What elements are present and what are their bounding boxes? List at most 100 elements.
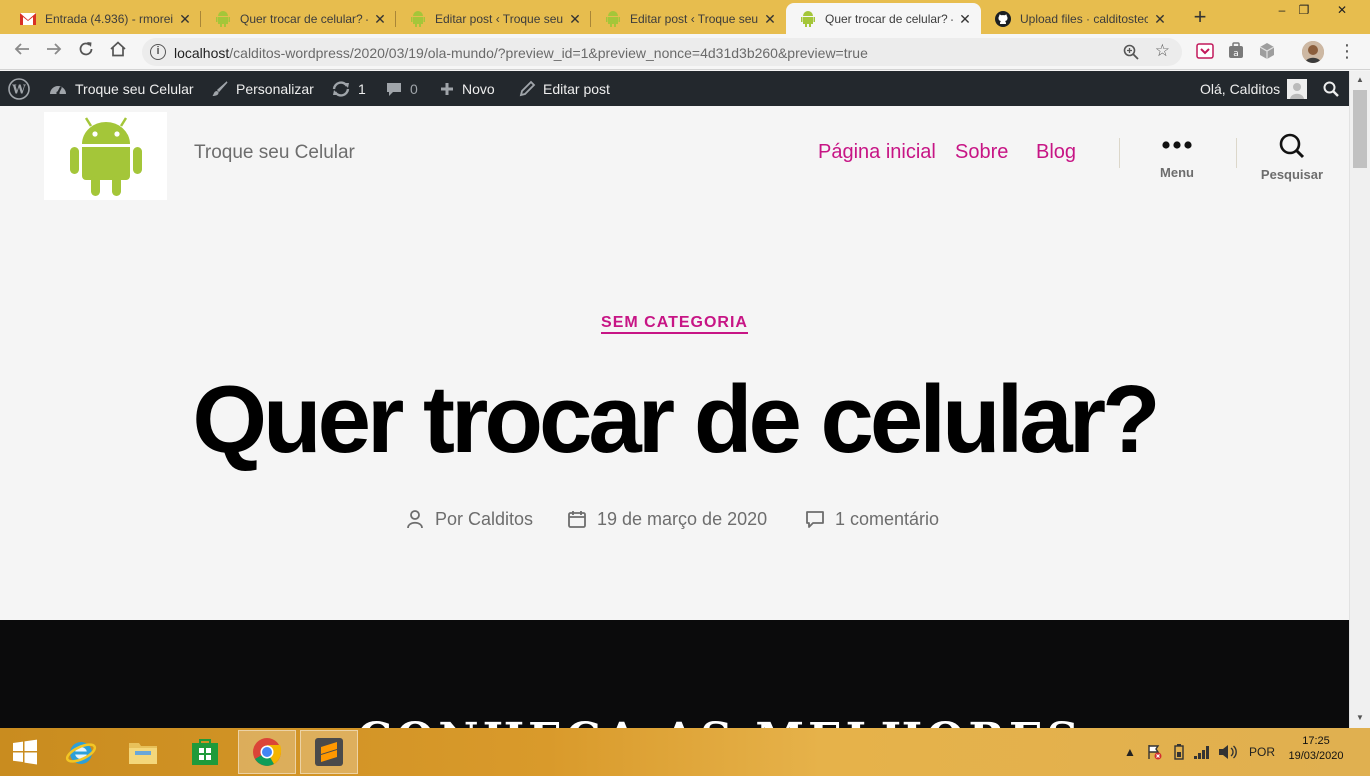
url-text: localhost/calditos-wordpress/2020/03/19/…: [174, 45, 868, 61]
wordpress-logo-icon[interactable]: W: [8, 71, 30, 106]
tab-edit-post[interactable]: Editar post ‹ Troque seu ✕: [396, 3, 591, 34]
browser-toolbar: i localhost/calditos-wordpress/2020/03/1…: [0, 34, 1370, 70]
windows-start-icon[interactable]: [0, 730, 50, 774]
ellipsis-icon: [1162, 141, 1192, 149]
site-logo[interactable]: [44, 112, 167, 200]
file-explorer-icon[interactable]: [114, 730, 172, 774]
cover-heading: CONHEÇA AS MELHORES: [357, 714, 1082, 728]
address-bar[interactable]: i localhost/calditos-wordpress/2020/03/1…: [142, 38, 1182, 66]
scroll-up-arrow-icon[interactable]: ▲: [1350, 71, 1370, 88]
reload-icon[interactable]: [74, 40, 98, 64]
android-icon: [605, 10, 621, 27]
show-hidden-icons-icon[interactable]: ▲: [1124, 728, 1136, 776]
system-clock[interactable]: 17:25 19/03/2020: [1280, 734, 1352, 764]
input-language[interactable]: POR: [1249, 728, 1275, 776]
clock-time: 17:25: [1302, 735, 1330, 747]
admin-site-name[interactable]: Troque seu Celular: [48, 71, 194, 106]
close-tab-icon[interactable]: ✕: [567, 11, 583, 27]
nav-divider: [1236, 138, 1237, 168]
nav-divider: [1119, 138, 1120, 168]
gmail-icon: [20, 11, 36, 27]
android-logo-icon: [69, 117, 142, 196]
close-tab-icon[interactable]: ✕: [372, 11, 388, 27]
svg-text:W: W: [11, 82, 26, 96]
updates-icon: [331, 80, 351, 98]
forward-arrow-icon[interactable]: [42, 40, 66, 64]
close-tab-icon[interactable]: ✕: [1152, 11, 1168, 27]
admin-updates[interactable]: 1: [331, 71, 366, 106]
action-center-flag-icon[interactable]: [1146, 728, 1162, 776]
pencil-icon: [518, 80, 536, 98]
scroll-down-arrow-icon[interactable]: ▼: [1350, 709, 1370, 726]
svg-text:a: a: [1233, 49, 1239, 59]
user-icon: [405, 509, 425, 529]
site-title[interactable]: Troque seu Celular: [194, 142, 355, 164]
windows-store-icon[interactable]: [176, 730, 234, 774]
tab-title: Editar post ‹ Troque seu: [630, 11, 758, 26]
new-tab-button[interactable]: +: [1186, 5, 1214, 31]
android-icon: [800, 10, 816, 27]
chrome-menu-icon[interactable]: ⋮: [1338, 41, 1356, 63]
menu-toggle[interactable]: Menu: [1132, 138, 1222, 180]
profile-avatar[interactable]: [1302, 41, 1324, 63]
search-toggle[interactable]: Pesquisar: [1247, 133, 1337, 182]
nav-blog[interactable]: Blog: [1036, 141, 1076, 164]
close-window-button[interactable]: ✕: [1320, 0, 1364, 22]
close-tab-icon[interactable]: ✕: [957, 11, 973, 27]
close-tab-icon[interactable]: ✕: [177, 11, 193, 27]
post-date[interactable]: 19 de março de 2020: [567, 506, 767, 532]
admin-new[interactable]: Novo: [439, 71, 495, 106]
tab-title: Editar post ‹ Troque seu: [435, 11, 563, 26]
site-info-icon[interactable]: i: [150, 44, 166, 60]
search-icon: [1279, 133, 1305, 159]
admin-account[interactable]: Olá, Calditos: [1200, 71, 1308, 106]
clock-date: 19/03/2020: [1288, 750, 1344, 762]
category-link[interactable]: SEM CATEGORIA: [601, 314, 748, 334]
admin-customize[interactable]: Personalizar: [211, 71, 314, 106]
tab-title: Entrada (4.936) - rmoreir: [45, 11, 173, 26]
page-scrollbar[interactable]: ▲ ▼: [1349, 71, 1370, 728]
android-icon: [410, 10, 426, 27]
user-avatar-icon: [1287, 78, 1308, 99]
network-signal-icon[interactable]: [1193, 728, 1211, 776]
plus-icon: [439, 81, 455, 97]
close-tab-icon[interactable]: ✕: [762, 11, 778, 27]
volume-icon[interactable]: [1218, 728, 1238, 776]
admin-comments[interactable]: 0: [385, 71, 418, 106]
pocket-extension-icon[interactable]: [1196, 42, 1214, 60]
tab-github[interactable]: Upload files · calditostec ✕: [981, 3, 1176, 34]
admin-edit-post[interactable]: Editar post: [518, 71, 610, 106]
tab-title: Quer trocar de celular? –: [240, 11, 368, 26]
tab-gmail[interactable]: Entrada (4.936) - rmoreir ✕: [6, 3, 201, 34]
battery-icon[interactable]: [1170, 728, 1188, 776]
site-page: Troque seu Celular Página inicial Sobre …: [0, 106, 1349, 620]
tab-active-preview[interactable]: Quer trocar de celular? – ✕: [786, 3, 981, 34]
menu-toggle-label: Menu: [1160, 165, 1194, 180]
post-author[interactable]: Por Calditos: [405, 506, 533, 532]
home-icon[interactable]: [106, 40, 130, 64]
browser-tabstrip: Entrada (4.936) - rmoreir ✕ Quer trocar …: [0, 0, 1370, 34]
post-title: Quer trocar de celular?: [192, 366, 1160, 473]
chrome-taskbar-icon[interactable]: [238, 730, 296, 774]
scroll-thumb[interactable]: [1353, 90, 1367, 168]
sublime-text-icon[interactable]: [300, 730, 358, 774]
cube-extension-icon[interactable]: [1258, 42, 1276, 60]
dashboard-gauge-icon: [48, 80, 68, 98]
post-comments[interactable]: 1 comentário: [805, 506, 939, 532]
internet-explorer-icon[interactable]: [52, 730, 110, 774]
tab-edit-post[interactable]: Editar post ‹ Troque seu ✕: [591, 3, 786, 34]
comment-icon: [805, 509, 825, 529]
zoom-icon[interactable]: [1122, 43, 1140, 61]
windows-taskbar: ▲ POR 17:25 19/03/2020: [0, 728, 1370, 776]
translate-extension-icon[interactable]: a: [1227, 42, 1245, 60]
tab-title: Upload files · calditostec: [1020, 11, 1148, 26]
nav-home[interactable]: Página inicial: [818, 141, 936, 164]
admin-search-icon[interactable]: [1322, 71, 1340, 106]
nav-about[interactable]: Sobre: [955, 141, 1008, 164]
post-category: SEM CATEGORIA: [0, 314, 1349, 334]
search-toggle-label: Pesquisar: [1260, 167, 1324, 182]
tab-title: Quer trocar de celular? –: [825, 11, 953, 26]
tab-post-preview[interactable]: Quer trocar de celular? – ✕: [201, 3, 396, 34]
back-arrow-icon[interactable]: [10, 40, 34, 64]
bookmark-star-icon[interactable]: ☆: [1155, 41, 1170, 61]
